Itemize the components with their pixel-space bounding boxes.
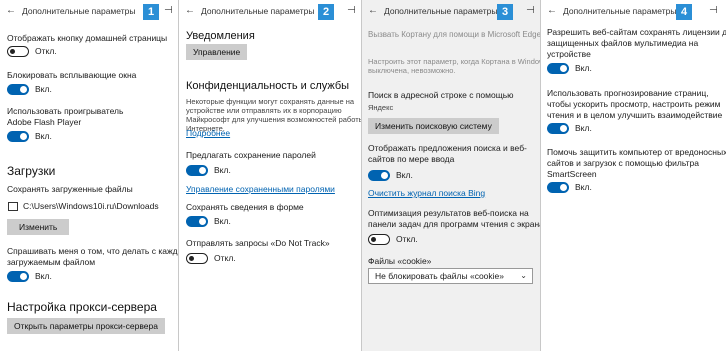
change-search-engine-button[interactable]: Изменить поисковую систему bbox=[368, 118, 499, 134]
cookies-label: Файлы «cookie» bbox=[368, 256, 432, 266]
cookies-select-value: Не блокировать файлы «cookie» bbox=[375, 271, 504, 281]
back-arrow-icon[interactable]: ← bbox=[6, 5, 16, 16]
proxy-heading: Настройка прокси-сервера bbox=[7, 300, 157, 314]
step-badge: 2 bbox=[318, 4, 334, 20]
toggle-state: Откл. bbox=[214, 253, 236, 263]
step-badge: 3 bbox=[497, 4, 513, 20]
save-form-toggle[interactable] bbox=[186, 216, 208, 227]
block-popups-toggle[interactable] bbox=[7, 84, 29, 95]
page-prediction-label: чтобы ускорить просмотр, настроить режим bbox=[547, 99, 721, 109]
panel-title: Дополнительные параметры bbox=[384, 6, 498, 16]
pin-icon[interactable]: ⊣ bbox=[347, 5, 356, 16]
cookies-select[interactable]: Не блокировать файлы «cookie» ⌄ bbox=[368, 268, 533, 284]
save-passwords-toggle[interactable] bbox=[186, 165, 208, 176]
back-arrow-icon[interactable]: ← bbox=[368, 5, 378, 16]
search-engine-label: Поиск в адресной строке с помощью bbox=[368, 90, 514, 100]
cortana-note: выключена, невозможно. bbox=[368, 66, 456, 75]
panel-1: ← Дополнительные параметры 1 ⊣ Отображат… bbox=[0, 0, 178, 351]
back-arrow-icon[interactable]: ← bbox=[185, 5, 195, 16]
do-not-track-toggle[interactable] bbox=[186, 253, 208, 264]
page-prediction-toggle[interactable] bbox=[547, 123, 569, 134]
pin-icon[interactable]: ⊣ bbox=[164, 5, 173, 16]
open-proxy-settings-button[interactable]: Открыть параметры прокси-сервера bbox=[7, 318, 165, 334]
panel-header: ← Дополнительные параметры 2 ⊣ bbox=[179, 0, 361, 24]
learn-more-link[interactable]: Подробнее bbox=[186, 128, 230, 138]
optimize-results-label: Оптимизация результатов веб-поиска на bbox=[368, 208, 529, 218]
toggle-state: Вкл. bbox=[575, 63, 592, 73]
step-badge: 4 bbox=[676, 4, 692, 20]
panel-title: Дополнительные параметры bbox=[22, 6, 136, 16]
save-passwords-label: Предлагать сохранение паролей bbox=[186, 150, 316, 160]
smartscreen-label: сайтов и загрузок с помощью фильтра bbox=[547, 158, 699, 168]
smartscreen-toggle[interactable] bbox=[547, 182, 569, 193]
search-suggestions-label: сайтов по мере ввода bbox=[368, 154, 455, 164]
home-button-label: Отображать кнопку домашней страницы bbox=[7, 33, 168, 43]
step-badge: 1 bbox=[143, 4, 159, 20]
ask-download-label: загружаемым файлом bbox=[7, 257, 96, 267]
manage-passwords-link[interactable]: Управление сохраненными паролями bbox=[186, 184, 335, 194]
smartscreen-label: SmartScreen bbox=[547, 169, 597, 179]
ask-download-label: Спрашивать меня о том, что делать с кажд… bbox=[7, 246, 178, 256]
download-path: C:\Users\Windows10i.ru\Downloads bbox=[23, 201, 159, 211]
optimize-results-label: панели задач для программ чтения с экран… bbox=[368, 219, 540, 229]
save-form-label: Сохранять сведения в форме bbox=[186, 202, 304, 212]
smartscreen-label: Помочь защитить компьютер от вредоносных bbox=[547, 147, 726, 157]
media-licenses-label: защищенных файлов мультимедиа на bbox=[547, 38, 699, 48]
folder-icon bbox=[8, 202, 18, 211]
privacy-heading: Конфиденциальность и службы bbox=[186, 80, 350, 92]
toggle-state: Вкл. bbox=[214, 216, 231, 226]
panel-2: ← Дополнительные параметры 2 ⊣ Уведомлен… bbox=[179, 0, 361, 351]
media-licenses-label: устройстве bbox=[547, 49, 591, 59]
cortana-label: Вызвать Кортану для помощи в Microsoft E… bbox=[368, 30, 540, 39]
search-suggestions-label: Отображать предложения поиска и веб- bbox=[368, 143, 527, 153]
toggle-state: Вкл. bbox=[35, 271, 52, 281]
back-arrow-icon[interactable]: ← bbox=[547, 5, 557, 16]
manage-notifications-button[interactable]: Управление bbox=[186, 44, 248, 60]
page-prediction-label: Использовать прогнозирование страниц, bbox=[547, 88, 709, 98]
settings-screenshot: ← Дополнительные параметры 1 ⊣ Отображат… bbox=[0, 0, 726, 351]
media-licenses-toggle[interactable] bbox=[547, 63, 569, 74]
search-suggestions-toggle[interactable] bbox=[368, 170, 390, 181]
change-download-folder-button[interactable]: Изменить bbox=[7, 219, 70, 235]
toggle-state: Откл. bbox=[396, 234, 418, 244]
flash-label: Adobe Flash Player bbox=[7, 117, 82, 127]
media-licenses-label: Разрешить веб-сайтам сохранять лицензии … bbox=[547, 27, 726, 37]
page-prediction-label: чтения и в целом улучшить взаимодействие bbox=[547, 110, 723, 120]
pin-icon[interactable]: ⊣ bbox=[526, 5, 535, 16]
notifications-heading: Уведомления bbox=[186, 30, 255, 42]
search-engine-value: Яндекс bbox=[368, 103, 394, 112]
flash-toggle[interactable] bbox=[7, 131, 29, 142]
toggle-state: Вкл. bbox=[396, 170, 413, 180]
clear-bing-history-link[interactable]: Очистить журнал поиска Bing bbox=[368, 188, 485, 198]
pin-icon[interactable]: ⊣ bbox=[709, 5, 718, 16]
toggle-state: Вкл. bbox=[575, 123, 592, 133]
ask-download-toggle[interactable] bbox=[7, 271, 29, 282]
save-downloads-label: Сохранять загруженные файлы bbox=[7, 184, 133, 194]
chevron-down-icon: ⌄ bbox=[520, 271, 527, 280]
optimize-results-toggle[interactable] bbox=[368, 234, 390, 245]
toggle-state: Откл. bbox=[35, 46, 57, 56]
home-button-toggle[interactable] bbox=[7, 46, 29, 57]
toggle-state: Вкл. bbox=[575, 182, 592, 192]
panel-header: ← Дополнительные параметры 3 ⊣ bbox=[362, 0, 540, 24]
panel-title: Дополнительные параметры bbox=[201, 6, 315, 16]
block-popups-label: Блокировать всплывающие окна bbox=[7, 70, 137, 80]
toggle-state: Вкл. bbox=[35, 84, 52, 94]
panel-header: ← Дополнительные параметры 4 ⊣ bbox=[541, 0, 726, 24]
panel-3: ← Дополнительные параметры 3 ⊣ Вызвать К… bbox=[362, 0, 540, 351]
panel-header: ← Дополнительные параметры 1 ⊣ bbox=[0, 0, 178, 24]
do-not-track-label: Отправлять запросы «Do Not Track» bbox=[186, 238, 330, 248]
toggle-state: Вкл. bbox=[35, 131, 52, 141]
toggle-state: Вкл. bbox=[214, 165, 231, 175]
flash-label: Использовать проигрыватель bbox=[7, 106, 124, 116]
panel-title: Дополнительные параметры bbox=[563, 6, 677, 16]
panel-4: ← Дополнительные параметры 4 ⊣ Разрешить… bbox=[541, 0, 726, 351]
downloads-heading: Загрузки bbox=[7, 164, 56, 178]
